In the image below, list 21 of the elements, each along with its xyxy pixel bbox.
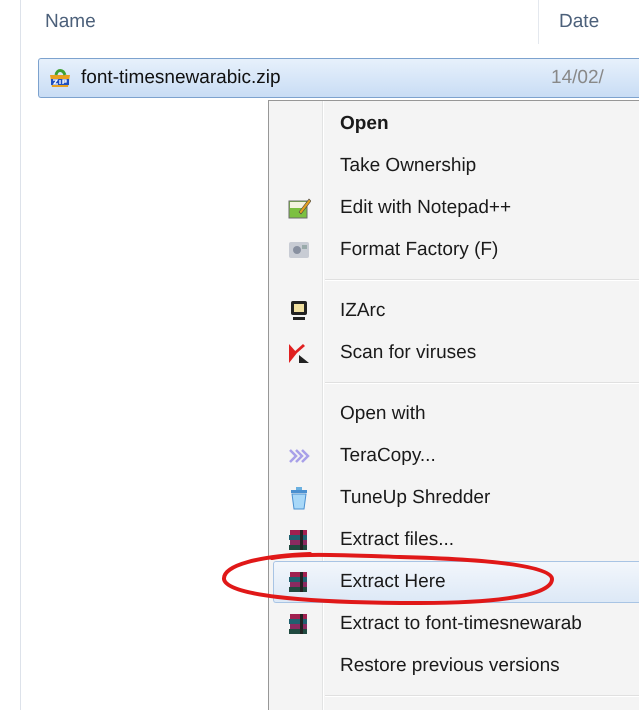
zip-file-icon <box>47 67 73 89</box>
menu-item[interactable]: TeraCopy... <box>273 435 639 477</box>
menu-item[interactable]: Open <box>273 103 639 145</box>
menu-item[interactable]: Extract Here <box>273 561 639 603</box>
menu-item[interactable]: Scan for viruses <box>273 332 639 374</box>
file-date: 14/02/ <box>551 67 604 89</box>
column-header[interactable]: Date <box>559 11 600 33</box>
menu-item[interactable]: Open with <box>273 393 639 435</box>
menu-item[interactable]: Extract files... <box>273 519 639 561</box>
menu-item[interactable]: Format Factory (F) <box>273 229 639 271</box>
menu-item[interactable]: Restore previous versions <box>273 645 639 687</box>
menu-item[interactable]: Take Ownership <box>273 145 639 187</box>
column-header[interactable]: Name <box>45 11 538 33</box>
menu-item[interactable]: Edit with Notepad++ <box>273 187 639 229</box>
file-name: font-timesnewarabic.zip <box>81 67 282 89</box>
shield-k-icon <box>287 341 311 365</box>
notepad-icon <box>287 196 311 220</box>
menu-item[interactable]: TuneUp Shredder <box>273 477 639 519</box>
menu-item[interactable]: IZArc <box>273 290 639 332</box>
file-row[interactable]: font-timesnewarabic.zip 14/02/ <box>38 58 639 98</box>
menu-item[interactable]: Extract to font-timesnewarab <box>273 603 639 645</box>
